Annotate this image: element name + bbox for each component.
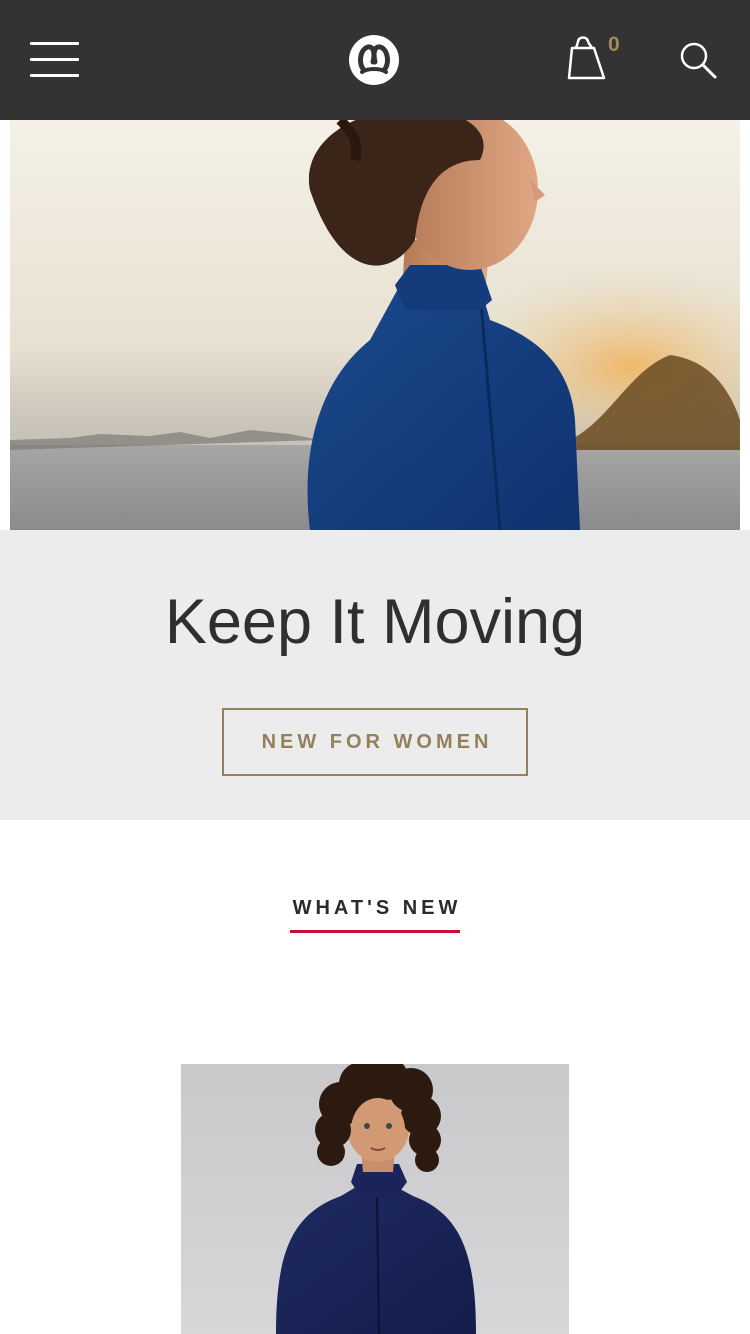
top-nav-bar: 0 xyxy=(0,0,750,120)
whats-new-underline xyxy=(290,930,460,933)
promo-banner: Keep It Moving NEW FOR WOMEN xyxy=(0,530,750,820)
new-for-women-button[interactable]: NEW FOR WOMEN xyxy=(222,708,528,776)
search-icon[interactable] xyxy=(678,40,718,80)
lululemon-logo-icon[interactable] xyxy=(348,34,400,86)
whats-new-heading: WHAT'S NEW xyxy=(0,897,750,920)
hero-image[interactable] xyxy=(10,120,740,530)
hamburger-menu-icon[interactable] xyxy=(30,42,80,80)
product-image[interactable] xyxy=(181,1064,569,1334)
whats-new-label: WHAT'S NEW xyxy=(292,897,462,919)
promo-title: Keep It Moving xyxy=(164,587,586,657)
cart-count-badge: 0 xyxy=(608,33,620,56)
new-for-women-label: NEW FOR WOMEN xyxy=(261,730,493,753)
